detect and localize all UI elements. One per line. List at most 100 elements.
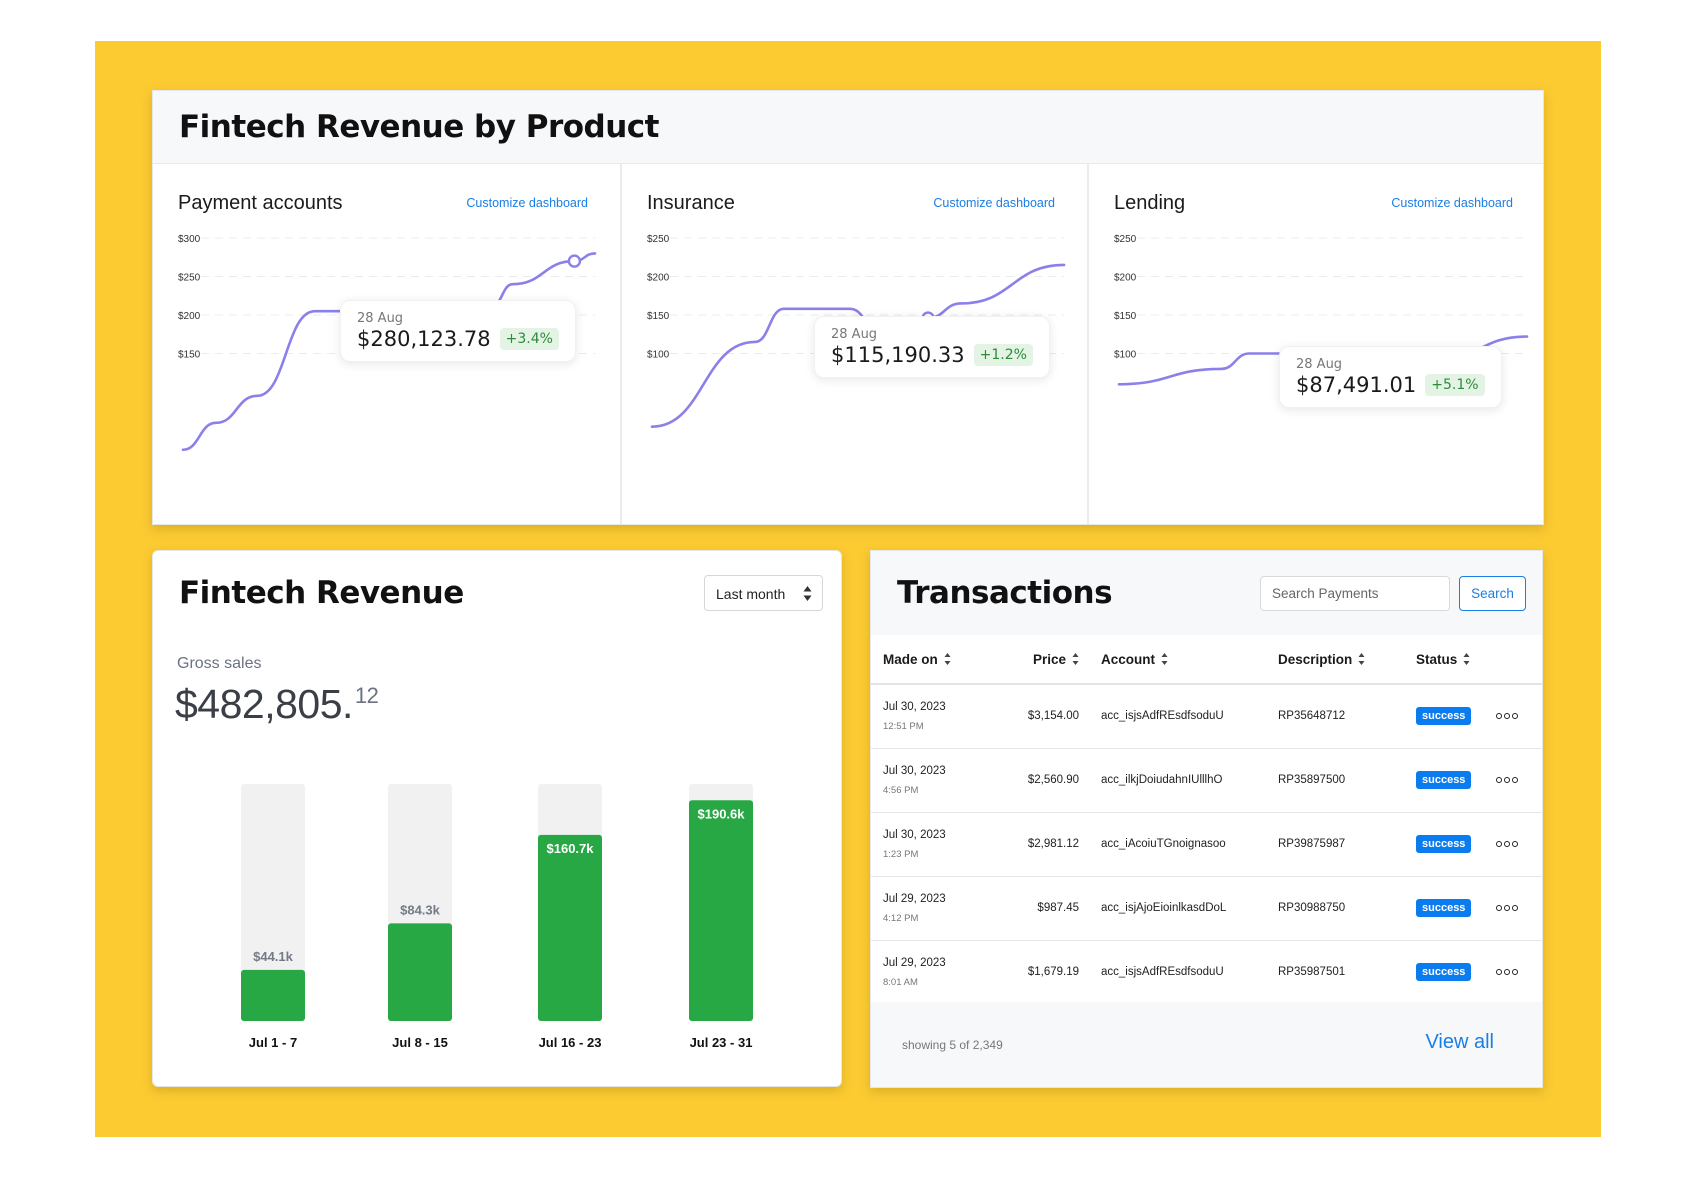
column-label: Description	[1278, 651, 1353, 667]
search-button[interactable]: Search	[1459, 576, 1526, 611]
bar	[241, 969, 305, 1021]
fintech-revenue-panel: $44.1k Jul 1 - 7 $84.3k Jul 8 - 15 $160.7k Ju…	[152, 550, 842, 1087]
y-tick-label: $100	[1114, 350, 1137, 361]
account: acc_isjsAdfREsdfsoduU	[1101, 684, 1278, 749]
transactions-table: Made on Price Account Description Status…	[871, 635, 1542, 1005]
table-row[interactable]: Jul 29, 2023 8:01 AM $1,679.19 acc_isjsAd…	[871, 940, 1542, 1005]
product-revenue-header: Fintech Revenue by Product	[153, 91, 1543, 164]
sort-icon	[1161, 653, 1168, 665]
tooltip-value: $115,190.33	[831, 343, 965, 367]
column-label: Made on	[883, 651, 938, 667]
bar	[689, 800, 753, 1021]
tooltip-value: $280,123.78	[357, 327, 491, 351]
product-revenue-panel: Fintech Revenue by Product Payment accou…	[152, 90, 1544, 525]
bar-category-label: Jul 23 - 31	[690, 1035, 753, 1050]
column-header-account[interactable]: Account	[1101, 652, 1168, 667]
bar	[538, 834, 602, 1021]
y-tick-label: $200	[1114, 273, 1137, 284]
table-row[interactable]: Jul 30, 2023 12:51 PM $3,154.00 acc_isjsA…	[871, 684, 1542, 749]
description: RP35987501	[1278, 940, 1416, 1005]
select-arrows-icon	[803, 586, 812, 601]
bar-value-label: $44.1k	[253, 949, 294, 964]
y-tick-label: $150	[1114, 311, 1137, 322]
column-header-description[interactable]: Description	[1278, 652, 1365, 667]
y-tick-label: $150	[178, 350, 201, 361]
gross-sales-cents: 12	[354, 683, 379, 708]
description: RP35648712	[1278, 684, 1416, 749]
price: $2,560.90	[1021, 748, 1101, 813]
area-fill	[182, 254, 593, 524]
table-row[interactable]: Jul 30, 2023 4:56 PM $2,560.90 acc_ilkjDo…	[871, 748, 1542, 813]
bar-value-label: $84.3k	[400, 902, 441, 917]
panel-title: Transactions	[897, 575, 1113, 611]
gross-sales-value: $482,805.12	[175, 681, 379, 728]
price: $2,981.12	[1021, 812, 1101, 877]
description: RP30988750	[1278, 876, 1416, 941]
tooltip-date: 28 Aug	[357, 311, 404, 326]
account: acc_isjAjoEioinlkasdDoL	[1101, 876, 1278, 941]
y-tick-label: $300	[178, 234, 201, 245]
y-tick-label: $250	[647, 234, 670, 245]
date: Jul 30, 2023	[883, 764, 946, 777]
bar-category-label: Jul 1 - 7	[249, 1035, 297, 1050]
sort-icon	[1072, 653, 1079, 665]
more-options-icon[interactable]	[1496, 841, 1518, 847]
more-options-icon[interactable]	[1496, 777, 1518, 783]
gross-sales-main: $482,805.	[175, 681, 353, 727]
time: 12:51 PM	[883, 720, 924, 732]
period-select-value: Last month	[716, 586, 786, 602]
tooltip-date: 28 Aug	[1296, 357, 1343, 372]
more-options-icon[interactable]	[1496, 713, 1518, 720]
column-label: Price	[1032, 651, 1066, 667]
weekly-revenue-bar-chart: $44.1k Jul 1 - 7 $84.3k Jul 8 - 15 $160.7k Ju…	[241, 784, 753, 1050]
sort-icon	[1463, 653, 1470, 665]
product-card-payment-accounts: Payment accounts Customize dashboard $15…	[153, 164, 620, 524]
status-badge: success	[1416, 771, 1472, 789]
y-tick-label: $200	[178, 311, 201, 322]
column-header-made-on[interactable]: Made on	[883, 652, 951, 667]
description: RP35897500	[1278, 748, 1416, 813]
transactions-header: Transactions Search	[871, 551, 1542, 635]
panel-title: Fintech Revenue	[179, 575, 464, 611]
change-badge: +5.1%	[1425, 374, 1485, 396]
date: Jul 29, 2023	[883, 892, 946, 905]
time: 1:23 PM	[883, 848, 919, 860]
search-payments-input[interactable]	[1260, 576, 1450, 611]
change-badge: +3.4%	[499, 328, 559, 350]
date: Jul 30, 2023	[883, 828, 946, 841]
table-row[interactable]: Jul 29, 2023 4:12 PM $987.45 acc_isjAjoEi…	[871, 876, 1542, 941]
product-card-insurance: Insurance Customize dashboard $100 $150 $2…	[620, 164, 1087, 524]
view-all-link[interactable]: View all	[1425, 1031, 1494, 1054]
panel-title: Fintech Revenue by Product	[179, 109, 660, 145]
tooltip-value: $87,491.01	[1296, 373, 1417, 397]
y-tick-label: $100	[647, 350, 670, 361]
y-tick-label: $200	[647, 273, 670, 284]
column-label: Account	[1101, 651, 1155, 667]
status-badge: success	[1416, 835, 1472, 853]
more-options-icon[interactable]	[1496, 905, 1518, 911]
column-header-price[interactable]: Price	[1033, 652, 1079, 667]
status-badge: success	[1416, 963, 1472, 981]
transactions-footer: showing 5 of 2,349 View all	[871, 1002, 1542, 1087]
time: 4:56 PM	[883, 784, 919, 796]
transactions-panel: Transactions Search Made on Price Accoun…	[870, 550, 1543, 1088]
more-options-icon[interactable]	[1496, 969, 1518, 975]
time: 8:01 AM	[883, 976, 918, 988]
column-label: Status	[1416, 651, 1458, 667]
bar	[388, 923, 452, 1021]
chart-tooltip: 28 Aug $115,190.33 +1.2%	[814, 316, 1050, 378]
area-fill	[651, 265, 1062, 524]
account: acc_iAcoiuTGnoignasoo	[1101, 812, 1278, 877]
column-header-status[interactable]: Status	[1416, 652, 1470, 667]
date: Jul 29, 2023	[883, 956, 946, 969]
sort-icon	[944, 653, 951, 665]
price: $1,679.19	[1021, 940, 1101, 1005]
account: acc_isjsAdfREsdfsoduU	[1101, 940, 1278, 1005]
price: $3,154.00	[1021, 684, 1101, 749]
y-tick-label: $250	[178, 273, 201, 284]
period-select[interactable]: Last month	[704, 575, 823, 611]
highlight-point	[567, 254, 582, 268]
gross-sales-label: Gross sales	[177, 655, 262, 672]
table-row[interactable]: Jul 30, 2023 1:23 PM $2,981.12 acc_iAcoiu…	[871, 812, 1542, 877]
description: RP39875987	[1278, 812, 1416, 877]
